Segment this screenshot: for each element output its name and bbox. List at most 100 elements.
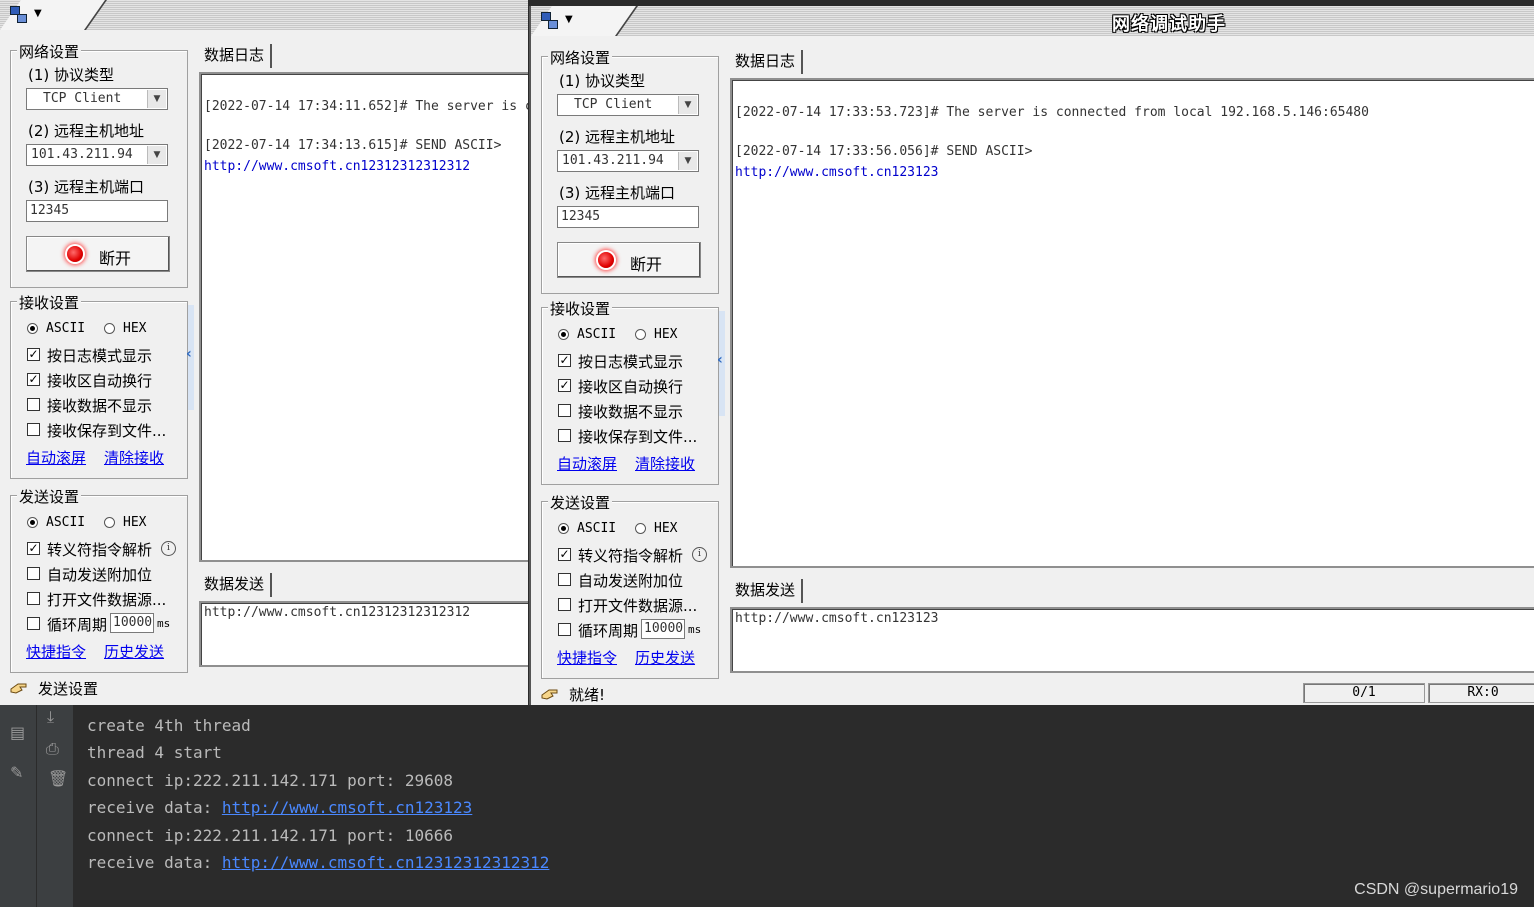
log-line: http://www.cmsoft.cn12312312312312 xyxy=(204,159,471,174)
escape-parse-checkbox[interactable]: ✓ xyxy=(558,548,571,561)
auto-wrap-checkbox[interactable]: ✓ xyxy=(27,373,40,386)
auto-append-checkbox[interactable] xyxy=(558,573,571,586)
layout-icon[interactable]: ▤ xyxy=(10,723,25,742)
watermark: CSDN @supermario19 xyxy=(1354,881,1518,898)
chevron-down-icon[interactable]: ▼ xyxy=(34,8,42,19)
tab-data-log[interactable]: 数据日志 xyxy=(729,50,804,74)
group-title: 网络设置 xyxy=(548,47,613,68)
period-input[interactable]: 10000 xyxy=(641,619,685,639)
info-icon[interactable]: i xyxy=(692,547,707,562)
disconnect-button[interactable]: 断开 xyxy=(26,236,170,272)
loop-period-checkbox[interactable] xyxy=(558,623,571,636)
protocol-label: (1) 协议类型 xyxy=(559,72,646,90)
chevron-down-icon[interactable]: ▼ xyxy=(565,14,573,25)
recv-ascii-radio[interactable] xyxy=(558,329,569,340)
title-bar[interactable]: ▼ 网络调试助手 xyxy=(531,6,1534,36)
clear-receive-link[interactable]: 清除接收 xyxy=(635,453,695,474)
collapse-chevron-icon[interactable]: ‹ xyxy=(717,352,723,368)
log-mode-checkbox[interactable]: ✓ xyxy=(558,354,571,367)
log-mode-label: 按日志模式显示 xyxy=(47,347,153,365)
run-console: ▤ ✎ ⤓ ⎙ 🗑 create 4th thread thread 4 sta… xyxy=(0,705,1534,907)
host-label: (2) 远程主机地址 xyxy=(559,128,676,146)
log-mode-checkbox[interactable]: ✓ xyxy=(27,348,40,361)
chevron-down-icon[interactable]: ▼ xyxy=(147,90,166,108)
console-link[interactable]: http://www.cmsoft.cn12312312312312 xyxy=(222,853,550,872)
console-line: create 4th thread xyxy=(87,716,251,735)
period-input[interactable]: 10000 xyxy=(110,613,154,633)
disconnect-button[interactable]: 断开 xyxy=(557,242,701,278)
host-select[interactable]: 101.43.211.94 ▼ xyxy=(26,144,168,166)
log-pane[interactable]: [2022-07-14 17:33:53.723]# The server is… xyxy=(730,78,1534,568)
quick-command-link[interactable]: 快捷指令 xyxy=(26,641,86,662)
send-hex-radio[interactable] xyxy=(104,517,115,528)
auto-wrap-checkbox[interactable]: ✓ xyxy=(558,379,571,392)
pin-icon[interactable]: ✎ xyxy=(10,763,23,782)
log-line: [2022-07-14 17:33:56.056]# SEND ASCII> xyxy=(735,144,1033,159)
chevron-down-icon[interactable]: ▼ xyxy=(678,96,697,114)
auto-scroll-link[interactable]: 自动滚屏 xyxy=(557,453,617,474)
save-to-file-checkbox[interactable] xyxy=(27,423,40,436)
led-icon xyxy=(67,246,83,262)
send-text: http://www.cmsoft.cn12312312312312 xyxy=(204,605,471,620)
port-input[interactable]: 12345 xyxy=(557,206,699,228)
save-to-file-checkbox[interactable] xyxy=(558,429,571,442)
send-textarea[interactable]: http://www.cmsoft.cn12312312312312 xyxy=(199,601,528,667)
clear-receive-link[interactable]: 清除接收 xyxy=(104,447,164,468)
send-hex-label: HEX xyxy=(654,521,678,536)
protocol-select[interactable]: TCP Client ▼ xyxy=(26,88,168,110)
console-line: thread 4 start xyxy=(87,743,222,762)
protocol-label: (1) 协议类型 xyxy=(28,66,115,84)
console-link[interactable]: http://www.cmsoft.cn123123 xyxy=(222,798,472,817)
console-left-gutter: ▤ ✎ xyxy=(0,705,37,907)
title-bar[interactable]: ▼ xyxy=(0,0,528,30)
recv-hex-label: HEX xyxy=(123,321,147,336)
auto-wrap-label: 接收区自动换行 xyxy=(47,372,153,390)
info-icon[interactable]: i xyxy=(161,541,176,556)
tab-data-log[interactable]: 数据日志 xyxy=(198,44,273,68)
history-send-link[interactable]: 历史发送 xyxy=(104,641,164,662)
period-unit: ms xyxy=(688,623,702,636)
auto-scroll-link[interactable]: 自动滚屏 xyxy=(26,447,86,468)
hide-recv-checkbox[interactable] xyxy=(558,404,571,417)
send-ascii-radio[interactable] xyxy=(27,517,38,528)
auto-wrap-label: 接收区自动换行 xyxy=(578,378,684,396)
hide-recv-checkbox[interactable] xyxy=(27,398,40,411)
recv-ascii-radio[interactable] xyxy=(27,323,38,334)
escape-parse-checkbox[interactable]: ✓ xyxy=(27,542,40,555)
hide-recv-label: 接收数据不显示 xyxy=(47,397,153,415)
send-ascii-radio[interactable] xyxy=(558,523,569,534)
send-hex-label: HEX xyxy=(123,515,147,530)
print-icon[interactable]: ⎙ xyxy=(46,739,59,759)
auto-append-checkbox[interactable] xyxy=(27,567,40,580)
quick-command-link[interactable]: 快捷指令 xyxy=(557,647,617,668)
tab-data-send[interactable]: 数据发送 xyxy=(198,573,273,597)
log-line: http://www.cmsoft.cn123123 xyxy=(735,165,939,180)
window-title: 网络调试助手 xyxy=(1112,14,1226,35)
send-textarea[interactable]: http://www.cmsoft.cn123123 xyxy=(730,607,1534,673)
system-menu-icon[interactable] xyxy=(541,12,561,30)
host-select[interactable]: 101.43.211.94 ▼ xyxy=(557,150,699,172)
log-pane[interactable]: [2022-07-14 17:34:11.652]# The server is… xyxy=(199,72,528,562)
left-window: ▼ 网络设置 (1) 协议类型 TCP Client ▼ (2) 远程主机地址 … xyxy=(0,0,528,705)
port-input[interactable]: 12345 xyxy=(26,200,168,222)
tab-data-send[interactable]: 数据发送 xyxy=(729,579,804,603)
chevron-down-icon[interactable]: ▼ xyxy=(147,146,166,164)
scroll-to-end-icon[interactable]: ⤓ xyxy=(47,707,54,727)
file-source-checkbox[interactable] xyxy=(558,598,571,611)
protocol-select[interactable]: TCP Client ▼ xyxy=(557,94,699,116)
recv-ascii-label: ASCII xyxy=(577,327,617,342)
group-title: 接收设置 xyxy=(17,292,82,313)
trash-icon[interactable]: 🗑 xyxy=(48,769,68,788)
file-source-checkbox[interactable] xyxy=(27,592,40,605)
system-menu-icon[interactable] xyxy=(10,6,30,24)
recv-hex-radio[interactable] xyxy=(635,329,646,340)
console-line: receive data: http://www.cmsoft.cn123123… xyxy=(87,853,550,872)
recv-hex-radio[interactable] xyxy=(104,323,115,334)
loop-period-checkbox[interactable] xyxy=(27,617,40,630)
port-label: (3) 远程主机端口 xyxy=(559,184,676,202)
collapse-chevron-icon[interactable]: ‹ xyxy=(186,346,192,362)
chevron-down-icon[interactable]: ▼ xyxy=(678,152,697,170)
send-hex-radio[interactable] xyxy=(635,523,646,534)
console-line: connect ip:222.211.142.171 port: 29608 xyxy=(87,771,454,790)
history-send-link[interactable]: 历史发送 xyxy=(635,647,695,668)
